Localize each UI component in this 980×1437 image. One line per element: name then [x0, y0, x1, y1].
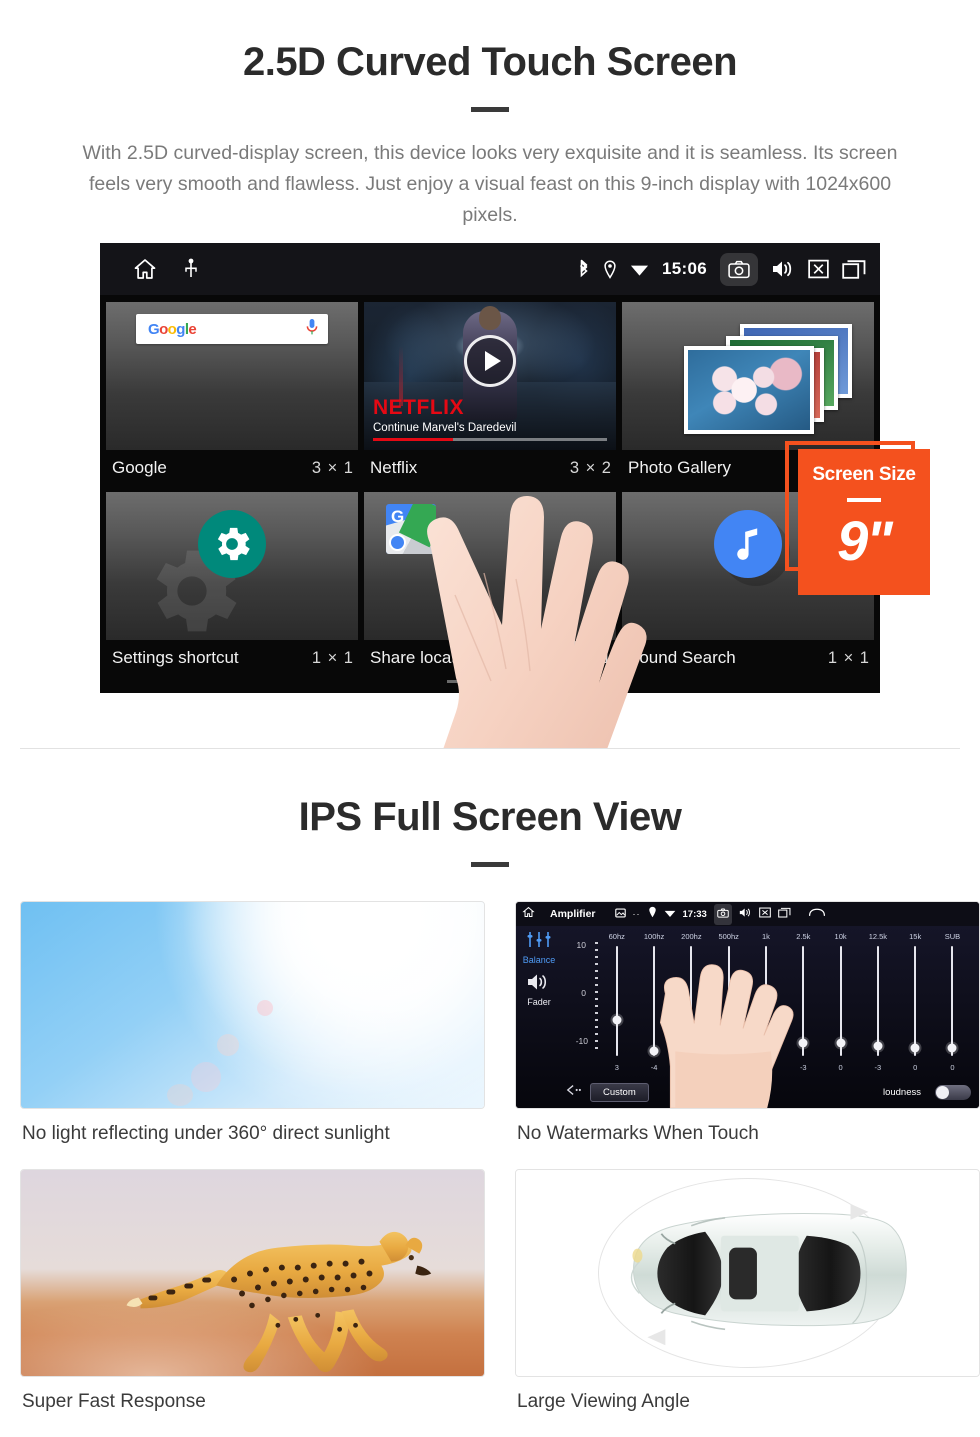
widget-label: Share location: [370, 648, 479, 667]
card-caption: No light reflecting under 360° direct su…: [22, 1123, 390, 1144]
car-top-view-illustration: [630, 1203, 907, 1346]
cheetah-illustration: [126, 1231, 432, 1373]
widget-size: 1 × 1: [569, 648, 612, 667]
card-sunlight: No light reflecting under 360° direct su…: [20, 901, 485, 1163]
location-icon: [603, 259, 617, 279]
card-caption: No Watermarks When Touch: [517, 1123, 759, 1144]
lens-flare: [257, 1000, 273, 1016]
netflix-widget-preview: NETFLIX Continue Marvel's Daredevil: [364, 302, 616, 450]
page-dot-active[interactable]: [511, 680, 533, 683]
android-home-screen: 15:06 Google Google 3 × 1 NETFLIX Contin…: [100, 243, 880, 693]
home-icon[interactable]: [132, 257, 158, 281]
page-indicator[interactable]: [100, 680, 880, 683]
music-note-icon: [714, 510, 782, 578]
lens-flare: [167, 1084, 193, 1106]
widget-label: Sound Search: [628, 648, 736, 667]
settings-widget-preview: [106, 492, 358, 640]
badge-label: Screen Size: [812, 464, 916, 485]
card-equalizer: Amplifier ·· 17:33 Balance Fader 10 0 -1…: [515, 901, 980, 1163]
widget-label: Netflix: [370, 458, 418, 477]
maps-icon: G: [386, 504, 436, 554]
widget-label: Settings shortcut: [112, 648, 239, 667]
wifi-icon: [630, 261, 649, 277]
photo-thumb-front: [684, 346, 814, 434]
hand-on-equalizer: [659, 964, 794, 1108]
maps-person-pin: [389, 534, 406, 551]
sky-gradient: [21, 902, 484, 1108]
netflix-character-head: [479, 306, 501, 331]
status-clock: 15:06: [662, 259, 707, 278]
volume-icon[interactable]: [771, 259, 795, 279]
widget-size: 1 × 1: [311, 648, 354, 667]
netflix-brand: NETFLIX: [373, 396, 464, 419]
widget-size: 1 × 1: [827, 648, 870, 667]
play-icon[interactable]: [464, 335, 516, 388]
bluetooth-icon: [577, 259, 590, 279]
intro-paragraph: With 2.5D curved-display screen, this de…: [82, 142, 898, 226]
sound-icon-wrap: [714, 510, 782, 578]
photo-gallery-preview: [622, 302, 874, 450]
section2-divider: [471, 862, 509, 867]
maps-icon-wrap: G: [386, 504, 436, 554]
feature-cards: No light reflecting under 360° direct su…: [20, 901, 980, 1437]
page-title: 2.5D Curved Touch Screen: [242, 40, 738, 84]
cheetah-image: [20, 1169, 485, 1377]
title-divider: [471, 107, 509, 112]
widget-label: Google: [112, 458, 167, 477]
curved-screen-section: 2.5D Curved Touch Screen With 2.5D curve…: [0, 0, 980, 749]
section2-title: IPS Full Screen View: [298, 795, 682, 839]
maps-g-letter: G: [391, 507, 405, 526]
close-box-icon[interactable]: [808, 259, 829, 279]
widget-size: 3 × 2: [569, 458, 612, 477]
widget-google[interactable]: Google Google 3 × 1: [106, 302, 358, 488]
widget-grid: Google Google 3 × 1 NETFLIX Continue Mar…: [100, 295, 880, 678]
lens-flare: [191, 1062, 221, 1092]
camera-icon[interactable]: [720, 252, 758, 286]
status-bar: 15:06: [100, 243, 880, 295]
badge-divider: [847, 498, 881, 502]
gear-icon: [198, 510, 266, 578]
card-cheetah: Super Fast Response: [20, 1169, 485, 1431]
car-image: [515, 1169, 980, 1377]
card-car: Large Viewing Angle: [515, 1169, 980, 1431]
widget-netflix[interactable]: NETFLIX Continue Marvel's Daredevil Netf…: [364, 302, 616, 488]
mic-icon[interactable]: [306, 318, 318, 341]
settings-icon-wrap: [198, 510, 266, 578]
page-dot[interactable]: [447, 680, 469, 683]
card-caption: Super Fast Response: [22, 1391, 206, 1412]
google-widget-preview: Google: [106, 302, 358, 450]
ips-section: IPS Full Screen View No light reflecting…: [0, 749, 980, 1437]
widget-share-location[interactable]: G Share location 1 × 1: [364, 492, 616, 678]
widget-settings-shortcut[interactable]: Settings shortcut 1 × 1: [106, 492, 358, 678]
recent-apps-icon[interactable]: [842, 259, 866, 279]
card-caption: Large Viewing Angle: [517, 1391, 690, 1412]
sunlight-image: [20, 901, 485, 1109]
widget-size: 3 × 1: [311, 458, 354, 477]
share-location-preview: G: [364, 492, 616, 640]
google-logo: Google: [148, 320, 197, 338]
device-screenshot: 15:06 Google Google 3 × 1 NETFLIX Contin…: [0, 243, 980, 748]
google-search-bar[interactable]: Google: [136, 314, 328, 344]
lens-flare: [217, 1034, 239, 1056]
netflix-subtitle: Continue Marvel's Daredevil: [373, 422, 517, 434]
netflix-progress-bar: [373, 438, 607, 441]
widget-label: Photo Gallery: [628, 458, 731, 477]
screen-size-badge: Screen Size 9": [798, 449, 930, 595]
page-dot[interactable]: [479, 680, 501, 683]
badge-value: 9": [837, 509, 893, 572]
usb-icon: [184, 258, 198, 280]
equalizer-image: Amplifier ·· 17:33 Balance Fader 10 0 -1…: [515, 901, 980, 1109]
